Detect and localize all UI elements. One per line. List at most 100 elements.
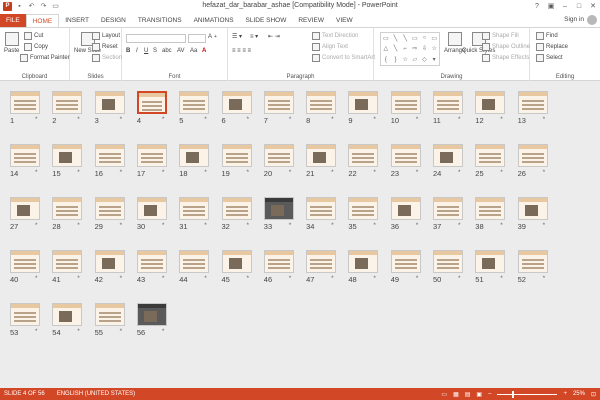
slide-thumbnail-27[interactable]: 27 * <box>8 193 46 233</box>
transition-star-icon[interactable]: * <box>77 222 80 229</box>
slide-thumbnail-10[interactable]: 10 * <box>389 87 427 127</box>
slide-thumbnail-7[interactable]: 7 * <box>262 87 300 127</box>
slide-preview[interactable] <box>221 91 252 114</box>
transition-star-icon[interactable]: * <box>500 222 503 229</box>
transition-star-icon[interactable]: * <box>204 275 207 282</box>
bullets-icon[interactable]: ☰ ▾ <box>232 33 242 40</box>
slide-thumbnail-51[interactable]: 51 * <box>473 246 511 286</box>
slide-preview[interactable] <box>52 144 83 167</box>
slide-thumbnail-46[interactable]: 46 * <box>262 246 300 286</box>
zoom-slider[interactable] <box>497 390 558 398</box>
transition-star-icon[interactable]: * <box>77 328 80 335</box>
slide-preview[interactable] <box>263 91 294 114</box>
slide-thumbnail-26[interactable]: 26 * <box>516 140 554 180</box>
slide-preview[interactable] <box>517 250 548 273</box>
transition-star-icon[interactable]: * <box>120 116 123 123</box>
paste-button[interactable]: Paste <box>4 32 19 54</box>
slide-preview[interactable] <box>263 197 294 220</box>
slide-thumbnail-37[interactable]: 37 * <box>431 193 469 233</box>
slide-thumbnail-6[interactable]: 6 * <box>220 87 258 127</box>
slide-sorter-view-icon[interactable]: ▦ <box>453 391 459 398</box>
tab-view[interactable]: VIEW <box>330 14 359 27</box>
save-icon[interactable]: ▪ <box>15 2 24 11</box>
transition-star-icon[interactable]: * <box>416 169 419 176</box>
transition-star-icon[interactable]: * <box>416 275 419 282</box>
language-indicator[interactable]: ENGLISH (UNITED STATES) <box>57 391 135 397</box>
slide-preview[interactable] <box>306 144 337 167</box>
font-name-box[interactable] <box>126 34 186 43</box>
slide-preview[interactable] <box>306 197 337 220</box>
slide-thumbnail-16[interactable]: 16 * <box>93 140 131 180</box>
slide-thumbnail-35[interactable]: 35 * <box>346 193 384 233</box>
transition-star-icon[interactable]: * <box>162 275 165 282</box>
transition-star-icon[interactable]: * <box>331 222 334 229</box>
slide-thumbnail-33[interactable]: 33 * <box>262 193 300 233</box>
slide-thumbnail-25[interactable]: 25 * <box>473 140 511 180</box>
slide-thumbnail-56[interactable]: 56 * <box>135 299 173 339</box>
transition-star-icon[interactable]: * <box>543 222 546 229</box>
slide-preview[interactable] <box>136 144 167 167</box>
slide-preview[interactable] <box>52 250 83 273</box>
font-color-button[interactable]: A <box>202 48 206 54</box>
transition-star-icon[interactable]: * <box>500 275 503 282</box>
reset-button[interactable]: Reset <box>92 43 118 51</box>
transition-star-icon[interactable]: * <box>289 169 292 176</box>
slide-thumbnail-2[interactable]: 2 * <box>50 87 88 127</box>
help-icon[interactable]: ? <box>530 0 544 12</box>
slide-thumbnail-36[interactable]: 36 * <box>389 193 427 233</box>
slide-preview[interactable] <box>94 250 125 273</box>
slide-preview[interactable] <box>263 144 294 167</box>
slide-preview[interactable] <box>10 250 40 273</box>
slide-preview[interactable] <box>517 197 548 220</box>
slide-preview[interactable] <box>221 250 252 273</box>
normal-view-icon[interactable]: ▭ <box>441 391 447 398</box>
slide-preview[interactable] <box>10 303 40 326</box>
slide-preview[interactable] <box>10 144 40 167</box>
font-size-box[interactable] <box>188 34 206 43</box>
slide-thumbnail-15[interactable]: 15 * <box>50 140 88 180</box>
find-button[interactable]: Find <box>536 32 558 40</box>
shape-fill-button[interactable]: Shape Fill <box>482 32 519 40</box>
align-icons[interactable]: ≡ ≡ ≡ ≡ <box>232 48 251 54</box>
transition-star-icon[interactable]: * <box>120 169 123 176</box>
shape-effects-button[interactable]: Shape Effects <box>482 54 529 62</box>
change-case-button[interactable]: Aa <box>190 48 197 54</box>
slide-preview[interactable] <box>136 303 167 326</box>
indent-icon[interactable]: ⇤ ⇥ <box>268 33 280 40</box>
slide-preview[interactable] <box>306 91 337 114</box>
undo-icon[interactable]: ↶ <box>27 2 36 11</box>
shapes-gallery[interactable]: ▭ ╲ ╲ ▭ ○ ▭ △ ╲ ⌐ ⇨ ⇩ ☆ {} ☆ ▱ ◇ ▾ <box>380 32 440 66</box>
minimize-icon[interactable]: – <box>558 0 572 12</box>
transition-star-icon[interactable]: * <box>458 169 461 176</box>
slide-preview[interactable] <box>390 250 421 273</box>
grow-font-icon[interactable]: A + <box>208 34 217 40</box>
transition-star-icon[interactable]: * <box>458 116 461 123</box>
transition-star-icon[interactable]: * <box>35 275 38 282</box>
slide-preview[interactable] <box>52 303 83 326</box>
slide-thumbnail-20[interactable]: 20 * <box>262 140 300 180</box>
tab-slide-show[interactable]: SLIDE SHOW <box>240 14 293 27</box>
transition-star-icon[interactable]: * <box>120 275 123 282</box>
slide-thumbnail-4[interactable]: 4 * <box>135 87 173 127</box>
slide-preview[interactable] <box>179 144 210 167</box>
slide-thumbnail-34[interactable]: 34 * <box>304 193 342 233</box>
transition-star-icon[interactable]: * <box>77 169 80 176</box>
transition-star-icon[interactable]: * <box>331 275 334 282</box>
maximize-icon[interactable]: □ <box>572 0 586 12</box>
slide-preview[interactable] <box>433 144 463 167</box>
text-shadow-button[interactable]: abc <box>162 48 172 54</box>
transition-star-icon[interactable]: * <box>331 116 334 123</box>
slide-thumbnail-31[interactable]: 31 * <box>177 193 215 233</box>
transition-star-icon[interactable]: * <box>204 222 207 229</box>
slide-thumbnail-45[interactable]: 45 * <box>220 246 258 286</box>
slide-preview[interactable] <box>348 91 379 114</box>
transition-star-icon[interactable]: * <box>35 328 38 335</box>
slide-thumbnail-8[interactable]: 8 * <box>304 87 342 127</box>
slide-preview[interactable] <box>136 197 167 220</box>
format-painter-button[interactable]: Format Painter <box>20 54 70 62</box>
transition-star-icon[interactable]: * <box>458 275 461 282</box>
transition-star-icon[interactable]: * <box>416 222 419 229</box>
slide-thumbnail-47[interactable]: 47 * <box>304 246 342 286</box>
close-icon[interactable]: ✕ <box>586 0 600 12</box>
text-direction-button[interactable]: Text Direction <box>312 32 358 40</box>
